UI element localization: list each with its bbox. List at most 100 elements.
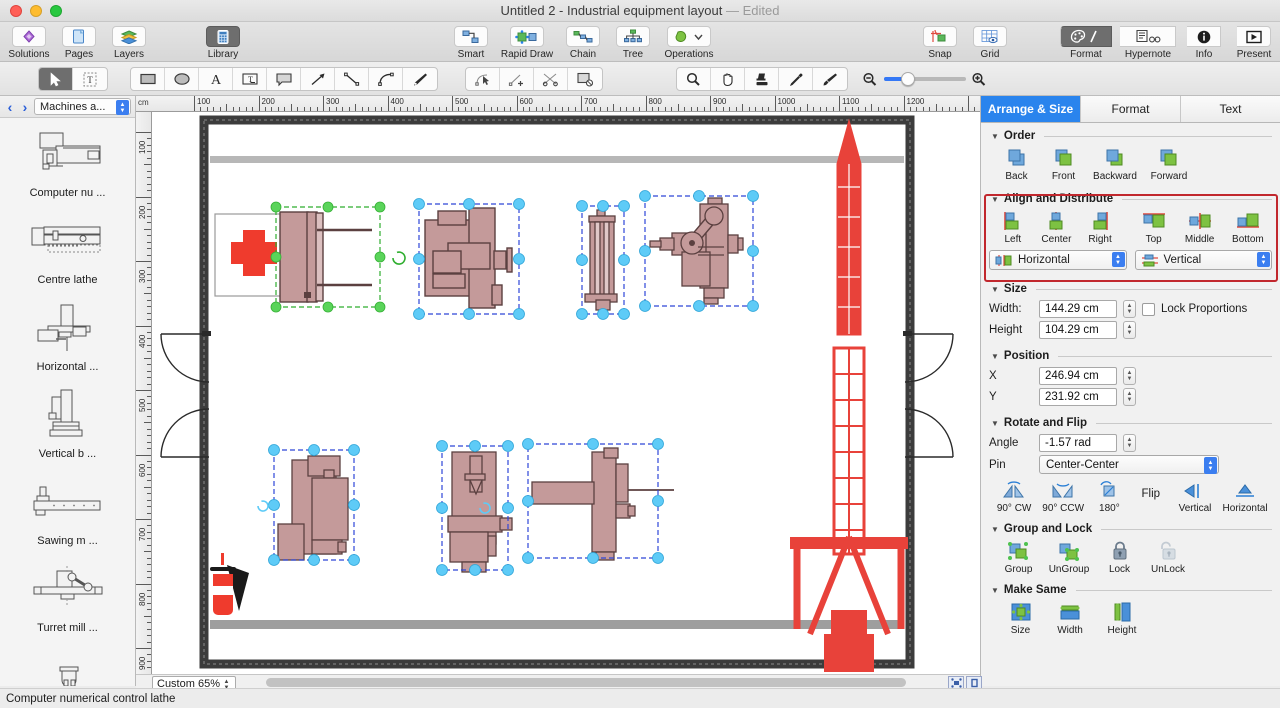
section-header[interactable]: ▼ Group and Lock (989, 520, 1272, 537)
toolbar-button-smart[interactable]: Smart (446, 23, 496, 60)
zoom-slider-thumb[interactable] (901, 72, 915, 86)
library-item-cnc-lathe[interactable]: Computer nu ... (0, 118, 135, 205)
section-header[interactable]: ▼ Make Same (989, 581, 1272, 598)
section-header[interactable]: ▼ Order (989, 127, 1272, 144)
pin-select[interactable]: Center-Center ▲ ▼ (1039, 455, 1219, 474)
drawing-canvas[interactable] (152, 112, 980, 674)
toolbar-button-rapid-draw[interactable]: Rapid Draw (496, 23, 558, 60)
toolbar-button-pages[interactable]: Pages (54, 23, 104, 60)
text-select-tool[interactable]: T (73, 68, 107, 90)
toolbar-button-solutions[interactable]: Solutions (4, 23, 54, 60)
library-category-select[interactable]: Machines a... ▲ ▼ (34, 98, 131, 115)
align-bottom-button[interactable]: Bottom (1224, 207, 1272, 245)
align-middle-button[interactable]: Middle (1176, 207, 1224, 245)
tab-arrange-and-size[interactable]: Arrange & Size (981, 96, 1081, 122)
rotate-180-button[interactable]: 180° (1089, 478, 1129, 514)
hand-tool[interactable] (711, 68, 745, 90)
x-input[interactable]: 246.94 cm (1039, 367, 1117, 385)
toolbar-button-operations[interactable]: Operations (658, 23, 720, 60)
zoom-slider-track[interactable] (884, 72, 966, 86)
curve-tool[interactable] (369, 68, 403, 90)
scrollbar-thumb[interactable] (266, 678, 906, 687)
disclosure-triangle-icon[interactable]: ▼ (991, 132, 999, 141)
library-item-horizontal-mill[interactable]: Horizontal ... (0, 292, 135, 379)
rotate-90-ccw-button[interactable]: 90° CCW (1037, 478, 1089, 514)
stepper-icon[interactable]: ▲▼ (1111, 252, 1125, 267)
library-forward-button[interactable]: › (19, 99, 31, 115)
section-header[interactable]: ▼ Position (989, 347, 1272, 364)
library-back-button[interactable]: ‹ (4, 99, 16, 115)
zoom-tool[interactable] (677, 68, 711, 90)
toolbar-button-layers[interactable]: Layers (104, 23, 154, 60)
stepper-icon[interactable]: ▲▼ (116, 100, 129, 115)
distribute-vertical-select[interactable]: Vertical ▲ ▼ (1134, 250, 1272, 270)
toolbar-button-info[interactable]: Info (1179, 23, 1229, 60)
cut-path-tool[interactable] (534, 68, 568, 90)
toolbar-button-format[interactable]: Format (1055, 23, 1117, 60)
angle-input[interactable]: -1.57 rad (1039, 434, 1117, 452)
canvas-horizontal-scrollbar[interactable] (136, 674, 980, 688)
stepper-icon[interactable]: ▲▼ (1204, 457, 1217, 474)
library-item-centre-lathe[interactable]: Centre lathe (0, 205, 135, 292)
send-to-back-button[interactable]: Back (993, 144, 1040, 182)
text-box-tool[interactable]: T (233, 68, 267, 90)
bring-to-front-button[interactable]: Front (1040, 144, 1087, 182)
y-input[interactable]: 231.92 cm (1039, 388, 1117, 406)
toolbar-button-library[interactable]: Library (198, 23, 248, 60)
ellipse-tool[interactable] (165, 68, 199, 90)
align-center-button[interactable]: Center (1035, 207, 1079, 245)
distribute-horizontal-select[interactable]: Horizontal ▲ ▼ (989, 250, 1127, 270)
rotate-90-cw-button[interactable]: 90° CW (991, 478, 1037, 514)
section-header[interactable]: ▼ Align and Distribute (989, 190, 1272, 207)
height-stepper[interactable]: ▲ ▼ (1123, 321, 1136, 339)
disclosure-triangle-icon[interactable]: ▼ (991, 195, 999, 204)
library-item-sawing-machine[interactable]: Sawing m ... (0, 466, 135, 553)
disclosure-triangle-icon[interactable]: ▼ (991, 352, 999, 361)
disclosure-triangle-icon[interactable]: ▼ (991, 525, 999, 534)
toolbar-button-tree[interactable]: Tree (608, 23, 658, 60)
pointer-tool[interactable] (39, 68, 73, 90)
pen-tool[interactable] (403, 68, 437, 90)
flip-horizontal-button[interactable]: Horizontal (1218, 478, 1272, 514)
zoom-slider-control[interactable] (862, 70, 1002, 88)
text-tool[interactable]: A (199, 68, 233, 90)
flip-vertical-button[interactable]: Vertical (1172, 478, 1218, 514)
align-left-button[interactable]: Left (991, 207, 1035, 245)
width-input[interactable]: 144.29 cm (1039, 300, 1117, 318)
same-width-button[interactable]: Width (1044, 598, 1096, 636)
width-stepper[interactable]: ▲ ▼ (1123, 300, 1136, 318)
disclosure-triangle-icon[interactable]: ▼ (991, 285, 999, 294)
add-node-tool[interactable] (500, 68, 534, 90)
mask-tool[interactable] (568, 68, 602, 90)
same-height-button[interactable]: Height (1096, 598, 1148, 636)
line-tool[interactable] (335, 68, 369, 90)
section-header[interactable]: ▼ Rotate and Flip (989, 414, 1272, 431)
ungroup-button[interactable]: UnGroup (1042, 537, 1096, 575)
callout-tool[interactable] (267, 68, 301, 90)
x-stepper[interactable]: ▲ ▼ (1123, 367, 1136, 385)
disclosure-triangle-icon[interactable]: ▼ (991, 586, 999, 595)
node-edit-tool[interactable] (466, 68, 500, 90)
y-stepper[interactable]: ▲ ▼ (1123, 388, 1136, 406)
group-button[interactable]: Group (995, 537, 1042, 575)
height-input[interactable]: 104.29 cm (1039, 321, 1117, 339)
toolbar-button-snap[interactable]: Snap (915, 23, 965, 60)
section-header[interactable]: ▼ Size (989, 280, 1272, 297)
toolbar-button-chain[interactable]: Chain (558, 23, 608, 60)
stamp-tool[interactable] (745, 68, 779, 90)
toolbar-button-hypernote[interactable]: Hypernote (1117, 23, 1179, 60)
tab-text[interactable]: Text (1181, 96, 1280, 122)
eyedropper-tool[interactable] (779, 68, 813, 90)
angle-stepper[interactable]: ▲ ▼ (1123, 434, 1136, 452)
align-top-button[interactable]: Top (1132, 207, 1176, 245)
stepper-icon[interactable]: ▲▼ (1257, 252, 1270, 267)
bring-forward-button[interactable]: Forward (1143, 144, 1195, 182)
disclosure-triangle-icon[interactable]: ▼ (991, 419, 999, 428)
rectangle-tool[interactable] (131, 68, 165, 90)
toolbar-button-present[interactable]: Present (1229, 23, 1279, 60)
lock-button[interactable]: Lock (1096, 537, 1143, 575)
lock-proportions-checkbox[interactable] (1142, 302, 1155, 316)
paintbrush-tool[interactable] (813, 68, 847, 90)
library-item-turret-mill[interactable]: Turret mill ... (0, 553, 135, 640)
align-right-button[interactable]: Right (1078, 207, 1122, 245)
